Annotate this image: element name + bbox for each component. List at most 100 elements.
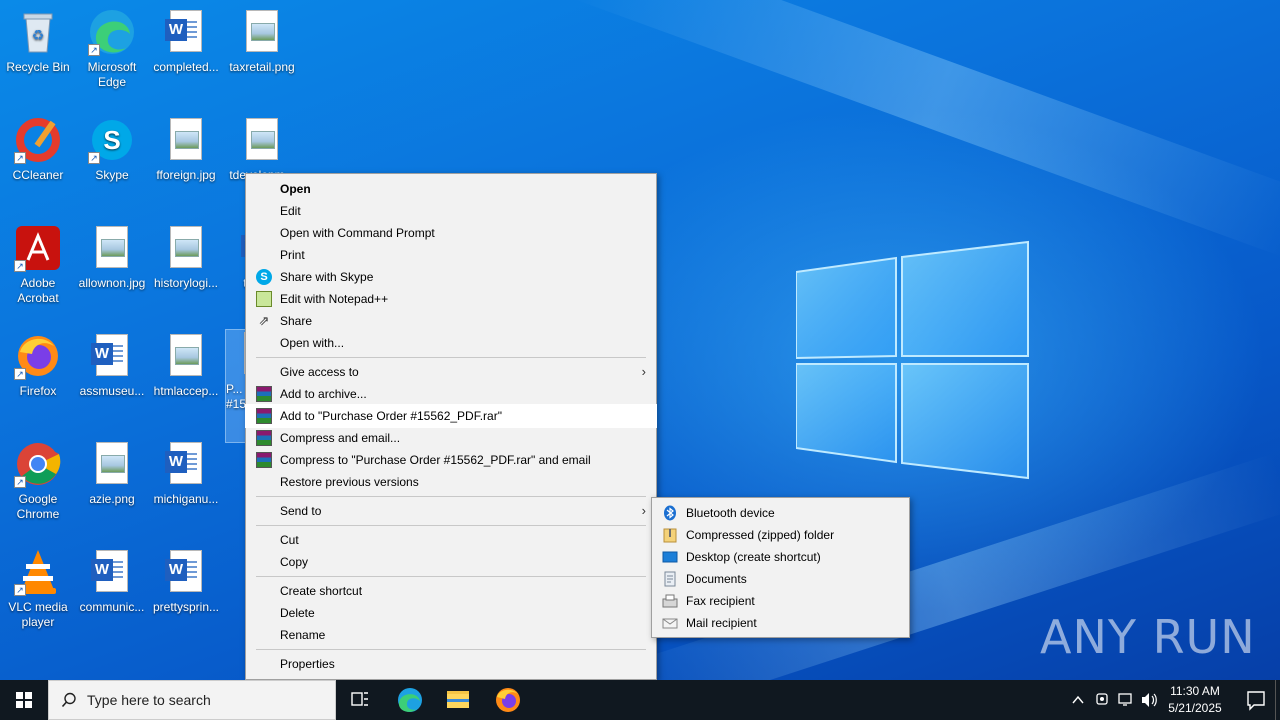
desktop-icon-skype[interactable]: S ↗ Skype: [74, 116, 150, 183]
menu-item-share-skype[interactable]: S Share with Skype: [246, 266, 656, 288]
desktop-icon-allownon[interactable]: allownon.jpg: [74, 224, 150, 291]
chevron-up-icon[interactable]: [1072, 695, 1084, 704]
submenu-item-zip[interactable]: Compressed (zipped) folder: [652, 524, 909, 546]
menu-item-cut[interactable]: Cut: [246, 529, 656, 551]
desktop-icon-recycle-bin[interactable]: ♻ Recycle Bin: [0, 8, 76, 75]
fax-icon: [662, 593, 678, 609]
word-document-icon: W: [165, 550, 202, 592]
network-icon[interactable]: [1118, 693, 1132, 706]
menu-item-open-command-prompt[interactable]: Open with Command Prompt: [246, 222, 656, 244]
desktop-icon-prettysprin[interactable]: W prettysprin...: [148, 548, 224, 615]
desktop-icon-taxretail[interactable]: taxretail.png: [224, 8, 300, 75]
desktop-icon-michiganu[interactable]: W michiganu...: [148, 440, 224, 507]
submenu-item-desktop[interactable]: Desktop (create shortcut): [652, 546, 909, 568]
desktop-icon-label: VLC media player: [8, 600, 68, 629]
taskbar: Type here to search 11:30 AM 5/21/2025: [0, 680, 1280, 720]
menu-item-label: Open: [280, 182, 311, 196]
menu-item-add-to-rar[interactable]: Add to "Purchase Order #15562_PDF.rar": [245, 404, 657, 428]
chrome-icon: ↗: [14, 440, 62, 488]
menu-item-restore-versions[interactable]: Restore previous versions: [246, 471, 656, 493]
meet-now-icon[interactable]: [1096, 693, 1108, 705]
recycle-bin-icon: ♻: [14, 8, 62, 56]
taskbar-search-box[interactable]: Type here to search: [48, 680, 336, 720]
desktop-icon-completed[interactable]: W completed...: [148, 8, 224, 75]
windows-logo: [796, 240, 1029, 480]
submenu-item-documents[interactable]: Documents: [652, 568, 909, 590]
desktop-icon-communic[interactable]: W communic...: [74, 548, 150, 615]
desktop-icon-htmlaccep[interactable]: htmlaccep...: [148, 332, 224, 399]
desktop-icon-fforeign[interactable]: fforeign.jpg: [148, 116, 224, 183]
menu-item-give-access[interactable]: Give access to ›: [246, 361, 656, 383]
menu-item-label: Add to archive...: [280, 387, 367, 401]
taskbar-clock[interactable]: 11:30 AM 5/21/2025: [1160, 683, 1230, 717]
menu-item-open[interactable]: Open: [246, 178, 656, 200]
word-document-icon: W: [165, 442, 202, 484]
desktop-icon-label: htmlaccep...: [153, 384, 219, 398]
taskbar-file-explorer-button[interactable]: [434, 680, 482, 720]
menu-item-compress-rar-email[interactable]: Compress to "Purchase Order #15562_PDF.r…: [246, 449, 656, 471]
menu-item-label: Copy: [280, 555, 309, 569]
desktop-icon-label: michiganu...: [153, 492, 219, 506]
desktop-icon-chrome[interactable]: ↗ Google Chrome: [0, 440, 76, 522]
menu-item-properties[interactable]: Properties: [246, 653, 656, 675]
svg-text:♻: ♻: [32, 27, 45, 43]
menu-item-compress-email[interactable]: Compress and email...: [246, 427, 656, 449]
word-document-icon: W: [165, 10, 202, 52]
submenu-item-bluetooth[interactable]: Bluetooth device: [652, 502, 909, 524]
desktop-icon-label: Firefox: [19, 384, 57, 398]
notification-icon: [1247, 691, 1265, 711]
menu-item-copy[interactable]: Copy: [246, 551, 656, 573]
menu-item-label: Fax recipient: [686, 594, 755, 608]
desktop-icon-label: completed...: [153, 60, 219, 74]
submenu-item-mail[interactable]: Mail recipient: [652, 612, 909, 634]
desktop-icon-label: fforeign.jpg: [156, 168, 216, 182]
menu-item-label: Print: [280, 248, 305, 262]
menu-item-edit[interactable]: Edit: [246, 200, 656, 222]
menu-item-label: Send to: [280, 504, 322, 518]
taskbar-firefox-button[interactable]: [484, 680, 532, 720]
menu-item-share[interactable]: ⇗ Share: [246, 310, 656, 332]
shortcut-arrow-icon: ↗: [88, 152, 100, 164]
desktop-icon-firefox[interactable]: ↗ Firefox: [0, 332, 76, 399]
shortcut-arrow-icon: ↗: [88, 44, 100, 56]
action-center-button[interactable]: [1232, 680, 1280, 720]
desktop-icon-ccleaner[interactable]: ↗ CCleaner: [0, 116, 76, 183]
image-file-icon: [246, 118, 278, 160]
menu-item-edit-notepadpp[interactable]: Edit with Notepad++: [246, 288, 656, 310]
volume-icon[interactable]: [1142, 693, 1157, 707]
desktop-icon-azie[interactable]: azie.png: [74, 440, 150, 507]
show-desktop-button[interactable]: [1275, 680, 1280, 720]
menu-item-send-to[interactable]: Send to ›: [246, 500, 656, 522]
desktop-icon-label: prettysprin...: [152, 600, 220, 614]
menu-item-open-with[interactable]: Open with...: [246, 332, 656, 354]
menu-item-create-shortcut[interactable]: Create shortcut: [246, 580, 656, 602]
windows-start-icon: [16, 692, 32, 708]
image-file-icon: [96, 226, 128, 268]
menu-item-print[interactable]: Print: [246, 244, 656, 266]
firefox-icon: [496, 688, 520, 712]
start-button[interactable]: [0, 680, 48, 720]
menu-separator: [256, 525, 646, 526]
desktop-icon-assmuseu[interactable]: W assmuseu...: [74, 332, 150, 399]
submenu-item-fax[interactable]: Fax recipient: [652, 590, 909, 612]
search-icon: [61, 692, 76, 708]
menu-separator: [256, 496, 646, 497]
desktop-icon-acrobat[interactable]: ↗ Adobe Acrobat: [0, 224, 76, 306]
file-explorer-icon: [447, 691, 469, 708]
desktop-icon-vlc[interactable]: ↗ VLC media player: [0, 548, 76, 630]
task-view-button[interactable]: [336, 680, 384, 720]
shortcut-arrow-icon: ↗: [14, 584, 26, 596]
search-placeholder: Type here to search: [87, 692, 211, 708]
anyrun-watermark: ANY RUN: [1040, 610, 1256, 664]
winrar-icon: [256, 386, 272, 402]
menu-item-delete[interactable]: Delete: [246, 602, 656, 624]
menu-item-rename[interactable]: Rename: [246, 624, 656, 646]
word-document-icon: W: [91, 550, 128, 592]
image-file-icon: [170, 118, 202, 160]
taskbar-edge-button[interactable]: [386, 680, 434, 720]
desktop-icon-edge[interactable]: ↗ Microsoft Edge: [74, 8, 150, 90]
menu-item-label: Open with Command Prompt: [280, 226, 435, 240]
desktop-icon-historylogi[interactable]: historylogi...: [148, 224, 224, 291]
menu-item-add-archive[interactable]: Add to archive...: [246, 383, 656, 405]
shortcut-arrow-icon: ↗: [14, 260, 26, 272]
